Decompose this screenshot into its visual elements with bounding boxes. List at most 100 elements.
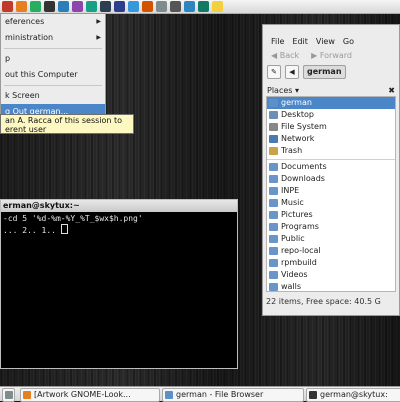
network-icon <box>269 135 278 143</box>
terminal-window[interactable]: erman@skytux:~ -cd 5 '%d-%m-%Y_%T_$wx$h.… <box>0 199 238 369</box>
files-icon[interactable] <box>58 1 69 12</box>
menu-item-about-computer[interactable]: out this Computer <box>1 67 105 83</box>
menu-edit[interactable]: Edit <box>292 37 308 46</box>
menu-item-label: out this Computer <box>5 70 78 79</box>
sidebar-item-trash[interactable]: Trash <box>267 145 395 157</box>
terminal-cursor <box>60 224 68 234</box>
sidebar-item-label: Pictures <box>281 210 313 219</box>
terminal-icon <box>309 391 317 399</box>
menu-go[interactable]: Go <box>343 37 354 46</box>
folder-icon <box>269 223 278 231</box>
status-bar: 22 items, Free space: 40.5 G <box>266 297 381 306</box>
submenu-arrow-icon: ▶ <box>96 18 101 25</box>
edit-location-icon[interactable]: ✎ <box>267 65 281 79</box>
submenu-arrow-icon: ▶ <box>96 34 101 41</box>
folder-icon <box>269 199 278 207</box>
sidebar-item-label: Trash <box>281 146 303 155</box>
browser-toolbar: ◀ Back ▶ Forward <box>263 48 399 62</box>
terminal-title[interactable]: erman@skytux:~ <box>1 200 237 212</box>
task-label: german@skytux: <box>320 390 388 399</box>
sidebar-item-pictures[interactable]: Pictures <box>267 209 395 221</box>
task-label: [Artwork GNOME-Look... <box>34 390 131 399</box>
taskbar: [Artwork GNOME-Look... german - File Bro… <box>0 386 400 402</box>
menu-item-administration[interactable]: ministration ▶ <box>1 30 105 46</box>
draw-icon[interactable] <box>156 1 167 12</box>
sidebar-item-downloads[interactable]: Downloads <box>267 173 395 185</box>
menu-item-preferences[interactable]: eferences ▶ <box>1 14 105 30</box>
back-arrow-icon: ◀ <box>271 50 278 60</box>
music-icon[interactable] <box>86 1 97 12</box>
sidebar-item-label: Downloads <box>281 174 325 183</box>
desktop-icon <box>269 111 278 119</box>
sidebar-item-public[interactable]: Public <box>267 233 395 245</box>
terminal-icon[interactable] <box>44 1 55 12</box>
left-arrow-icon[interactable]: ◀ <box>285 65 299 79</box>
sidebar-item-rpmbuild[interactable]: rpmbuild <box>267 257 395 269</box>
sidebar-item-file-system[interactable]: File System <box>267 121 395 133</box>
close-sidebar-icon[interactable]: ✖ <box>388 86 395 95</box>
forward-arrow-icon: ▶ <box>311 50 318 60</box>
forward-label: Forward <box>319 50 352 60</box>
firefox-icon[interactable] <box>16 1 27 12</box>
menu-file[interactable]: File <box>271 37 284 46</box>
browser-icon <box>23 391 31 399</box>
image-icon[interactable] <box>128 1 139 12</box>
location-bar: ✎ ◀ german <box>263 64 399 80</box>
folder-icon <box>269 283 278 291</box>
terminal-line: -cd 5 '%d-%m-%Y_%T_$wx$h.png' <box>3 214 143 223</box>
chevron-down-icon: ▾ <box>294 85 299 95</box>
folder-icon <box>269 259 278 267</box>
folder-icon <box>269 211 278 219</box>
sidebar-item-label: german <box>281 98 312 107</box>
chrome-icon[interactable] <box>30 1 41 12</box>
star-icon[interactable] <box>114 1 125 12</box>
menu-view[interactable]: View <box>316 37 335 46</box>
drive-icon <box>269 123 278 131</box>
sidebar-item-label: Desktop <box>281 110 314 119</box>
sidebar-item-videos[interactable]: Videos <box>267 269 395 281</box>
breadcrumb-german[interactable]: german <box>303 65 346 79</box>
folder-icon <box>269 187 278 195</box>
sidebar-item-label: repo-local <box>281 246 321 255</box>
back-button[interactable]: ◀ Back <box>271 51 299 60</box>
back-label: Back <box>279 50 300 60</box>
sidebar-item-label: walls <box>281 282 302 291</box>
terminal-output[interactable]: -cd 5 '%d-%m-%Y_%T_$wx$h.png' ... 2.. 1.… <box>1 212 237 238</box>
sidebar-item-label: File System <box>281 122 327 131</box>
top-panel <box>0 0 400 14</box>
weather-icon[interactable] <box>212 1 223 12</box>
log-out-tooltip: an A. Racca of this session to erent use… <box>0 114 134 134</box>
sidebar-item-programs[interactable]: Programs <box>267 221 395 233</box>
folder-icon <box>269 163 278 171</box>
folder-icon <box>269 247 278 255</box>
sidebar-item-documents[interactable]: Documents <box>267 159 395 173</box>
sidebar-item-label: Documents <box>281 162 327 171</box>
mail-icon[interactable] <box>170 1 181 12</box>
menu-separator <box>4 85 102 86</box>
menu-item-label: k Screen <box>5 91 40 100</box>
sidebar-item-inpe[interactable]: INPE <box>267 185 395 197</box>
app-icon[interactable] <box>100 1 111 12</box>
sidebar-item-network[interactable]: Network <box>267 133 395 145</box>
menu-item-lock-screen[interactable]: k Screen <box>1 88 105 104</box>
places-sidebar: german Desktop File System Network Trash Docu… <box>266 96 396 292</box>
sidebar-item-music[interactable]: Music <box>267 197 395 209</box>
chat-icon[interactable] <box>184 1 195 12</box>
sidebar-item-desktop[interactable]: Desktop <box>267 109 395 121</box>
sidebar-item-german[interactable]: german <box>267 97 395 109</box>
editor-icon[interactable] <box>72 1 83 12</box>
palette-icon[interactable] <box>142 1 153 12</box>
folder-icon <box>269 271 278 279</box>
sidebar-item-walls[interactable]: walls <box>267 281 395 291</box>
foot-menu-icon[interactable] <box>2 1 13 12</box>
trash-icon <box>269 147 278 155</box>
dictionary-icon[interactable] <box>198 1 209 12</box>
places-selector[interactable]: Places ▾ <box>267 86 299 95</box>
forward-button[interactable]: ▶ Forward <box>311 51 352 60</box>
folder-icon <box>269 235 278 243</box>
sidebar-item-repo-local[interactable]: repo-local <box>267 245 395 257</box>
menu-item-help[interactable]: p <box>1 51 105 67</box>
sidebar-item-label: Programs <box>281 222 319 231</box>
folder-icon <box>269 175 278 183</box>
browser-menubar: File Edit View Go <box>263 34 399 48</box>
